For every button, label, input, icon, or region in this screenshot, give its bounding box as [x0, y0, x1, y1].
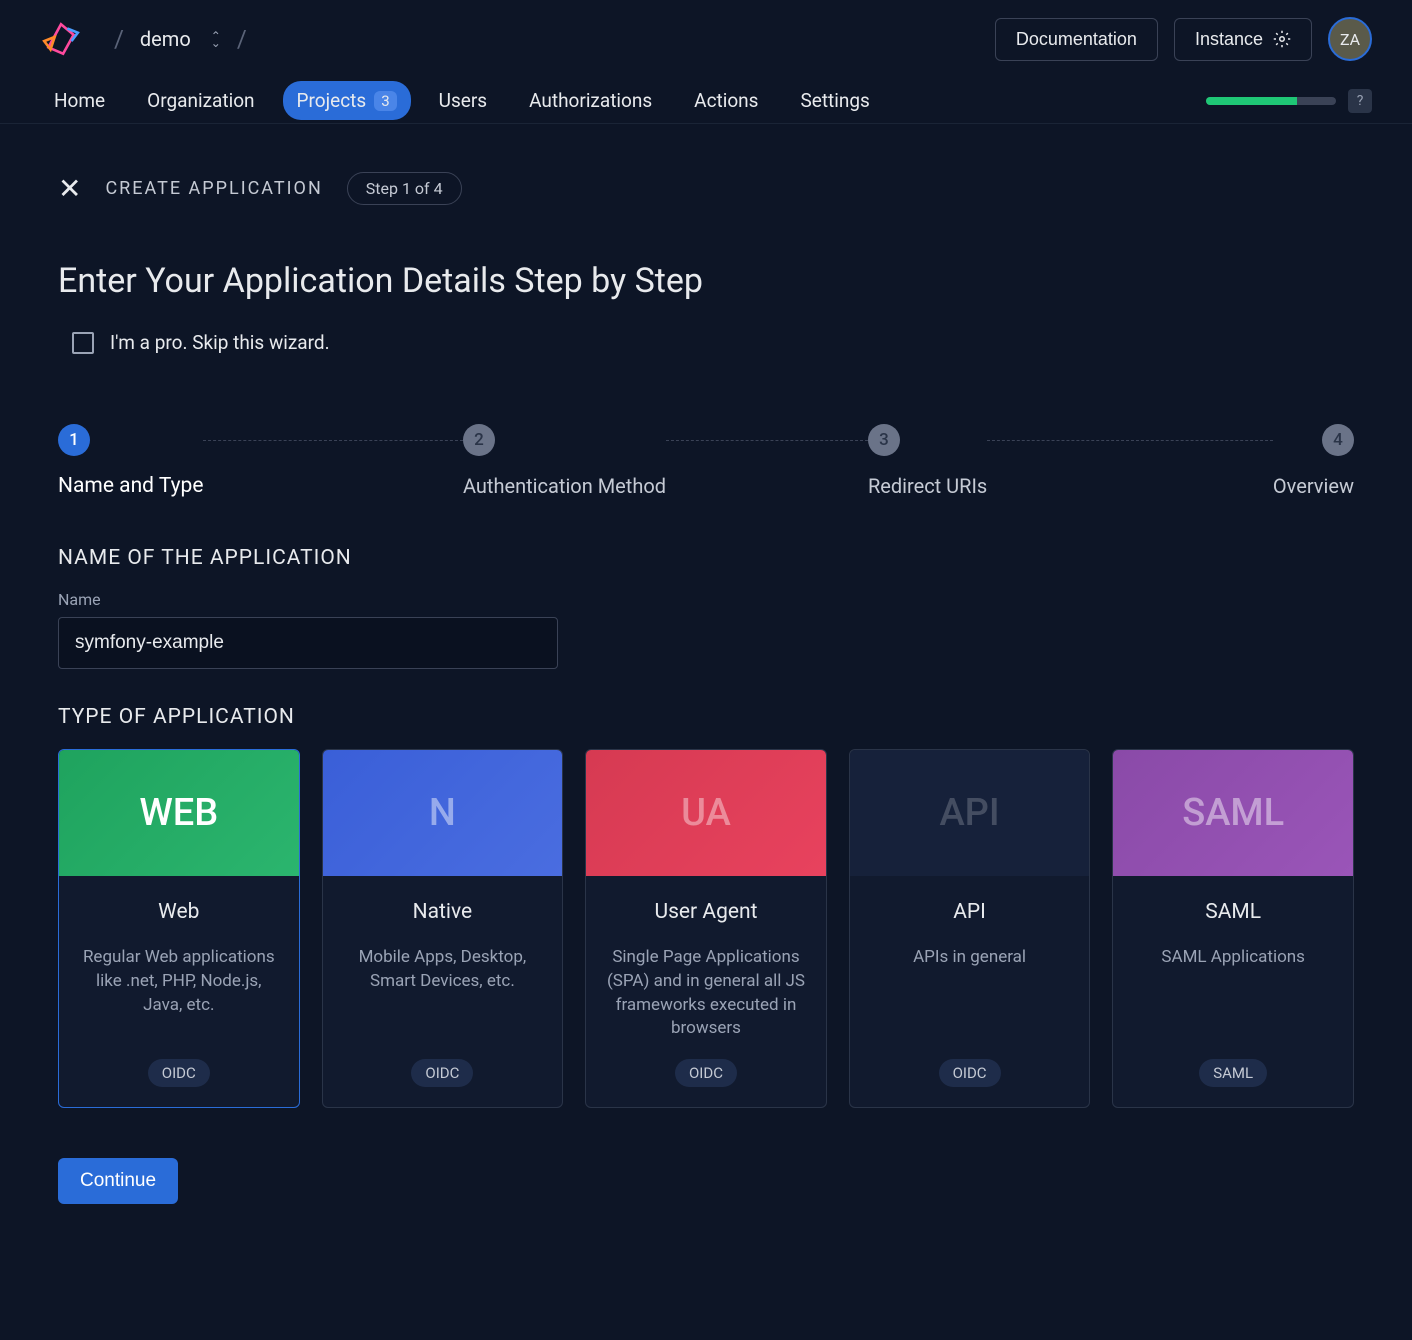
- card-tag: OIDC: [411, 1059, 473, 1087]
- breadcrumb-separator: /: [237, 25, 247, 53]
- content-header: ✕ CREATE APPLICATION Step 1 of 4: [58, 172, 1354, 205]
- nav-item-actions[interactable]: Actions: [680, 81, 772, 120]
- gear-icon: [1273, 30, 1291, 48]
- nav-item-projects[interactable]: Projects 3: [283, 81, 411, 120]
- name-input[interactable]: [58, 617, 558, 669]
- nav-item-label: Projects: [297, 89, 367, 112]
- card-header: SAML: [1113, 750, 1353, 876]
- step-1[interactable]: 1 Name and Type: [58, 424, 203, 498]
- step-pill: Step 1 of 4: [347, 172, 462, 205]
- continue-button[interactable]: Continue: [58, 1158, 178, 1204]
- nav-item-organization[interactable]: Organization: [133, 81, 268, 120]
- card-desc: SAML Applications: [1161, 946, 1305, 1041]
- card-title: Native: [413, 900, 473, 924]
- step-circle: 3: [868, 424, 900, 456]
- card-tag: OIDC: [148, 1059, 210, 1087]
- app-type-cards: WEB Web Regular Web applications like .net…: [58, 749, 1354, 1108]
- card-header: WEB: [59, 750, 299, 876]
- card-body: Native Mobile Apps, Desktop, Smart Device…: [323, 876, 563, 1107]
- help-button[interactable]: ?: [1348, 89, 1372, 113]
- nav-item-label: Users: [439, 89, 487, 112]
- card-tag: SAML: [1199, 1059, 1267, 1087]
- step-circle: 2: [463, 424, 495, 456]
- topbar: / demo / Documentation Instance ZA: [0, 0, 1412, 78]
- nav-item-label: Home: [54, 89, 105, 112]
- step-label: Authentication Method: [463, 474, 666, 498]
- stepper: 1 Name and Type 2 Authentication Method 3 Red…: [58, 424, 1354, 498]
- skip-wizard-row[interactable]: I'm a pro. Skip this wizard.: [72, 331, 1354, 354]
- documentation-button[interactable]: Documentation: [995, 18, 1158, 61]
- card-title: User Agent: [654, 900, 757, 924]
- nav-item-label: Authorizations: [529, 89, 652, 112]
- card-body: Web Regular Web applications like .net, P…: [59, 876, 299, 1107]
- nav-item-home[interactable]: Home: [40, 81, 119, 120]
- nav-item-label: Actions: [694, 89, 758, 112]
- close-icon[interactable]: ✕: [58, 172, 81, 205]
- nav-item-label: Settings: [800, 89, 869, 112]
- breadcrumb-separator: /: [114, 25, 124, 53]
- name-field-label: Name: [58, 590, 1354, 609]
- step-circle: 1: [58, 424, 90, 456]
- card-desc: Single Page Applications (SPA) and in ge…: [604, 946, 808, 1041]
- instance-button[interactable]: Instance: [1174, 18, 1312, 61]
- card-title: SAML: [1205, 900, 1261, 924]
- card-desc: Mobile Apps, Desktop, Smart Devices, etc…: [341, 946, 545, 1041]
- app-type-card-saml[interactable]: SAML SAML SAML Applications SAML: [1112, 749, 1354, 1108]
- name-section-title: NAME OF THE APPLICATION: [58, 546, 1354, 570]
- card-tag: OIDC: [939, 1059, 1001, 1087]
- card-title: Web: [158, 900, 199, 924]
- org-selector[interactable]: demo: [140, 27, 221, 51]
- progress-fill: [1206, 97, 1297, 105]
- step-label: Name and Type: [58, 474, 203, 498]
- page-label: CREATE APPLICATION: [105, 178, 322, 199]
- card-header: UA: [586, 750, 826, 876]
- step-label: Redirect URIs: [868, 474, 987, 498]
- card-header: N: [323, 750, 563, 876]
- content: ✕ CREATE APPLICATION Step 1 of 4 Enter Y…: [0, 124, 1412, 1252]
- card-title: API: [953, 900, 986, 924]
- card-desc: APIs in general: [913, 946, 1026, 1041]
- card-body: SAML SAML Applications SAML: [1113, 876, 1353, 1107]
- type-section-title: TYPE OF APPLICATION: [58, 705, 1354, 729]
- app-type-card-web[interactable]: WEB Web Regular Web applications like .net…: [58, 749, 300, 1108]
- app-type-card-ua[interactable]: UA User Agent Single Page Applications (SP…: [585, 749, 827, 1108]
- avatar[interactable]: ZA: [1328, 17, 1372, 61]
- main-nav: Home Organization Projects 3 Users Authorizat…: [0, 78, 1412, 124]
- step-line: [666, 440, 868, 441]
- card-body: User Agent Single Page Applications (SPA)…: [586, 876, 826, 1107]
- step-line: [987, 440, 1273, 441]
- progress-bar: [1206, 97, 1336, 105]
- step-circle: 4: [1322, 424, 1354, 456]
- card-header: API: [850, 750, 1090, 876]
- step-2[interactable]: 2 Authentication Method: [463, 424, 666, 498]
- step-4[interactable]: 4 Overview: [1273, 424, 1354, 498]
- card-body: API APIs in general OIDC: [850, 876, 1090, 1107]
- chevron-updown-icon: [211, 33, 221, 46]
- page-title: Enter Your Application Details Step by S…: [58, 261, 1354, 301]
- skip-wizard-label: I'm a pro. Skip this wizard.: [110, 331, 330, 354]
- step-line: [203, 440, 462, 441]
- nav-item-users[interactable]: Users: [425, 81, 501, 120]
- org-name: demo: [140, 27, 191, 51]
- nav-item-label: Organization: [147, 89, 254, 112]
- app-type-card-api[interactable]: API API APIs in general OIDC: [849, 749, 1091, 1108]
- step-label: Overview: [1273, 474, 1354, 498]
- card-desc: Regular Web applications like .net, PHP,…: [77, 946, 281, 1041]
- card-tag: OIDC: [675, 1059, 737, 1087]
- nav-item-authorizations[interactable]: Authorizations: [515, 81, 666, 120]
- app-type-card-native[interactable]: N Native Mobile Apps, Desktop, Smart Devic…: [322, 749, 564, 1108]
- logo: [40, 18, 82, 60]
- nav-item-settings[interactable]: Settings: [786, 81, 883, 120]
- skip-wizard-checkbox[interactable]: [72, 332, 94, 354]
- step-3[interactable]: 3 Redirect URIs: [868, 424, 987, 498]
- nav-badge: 3: [374, 91, 396, 111]
